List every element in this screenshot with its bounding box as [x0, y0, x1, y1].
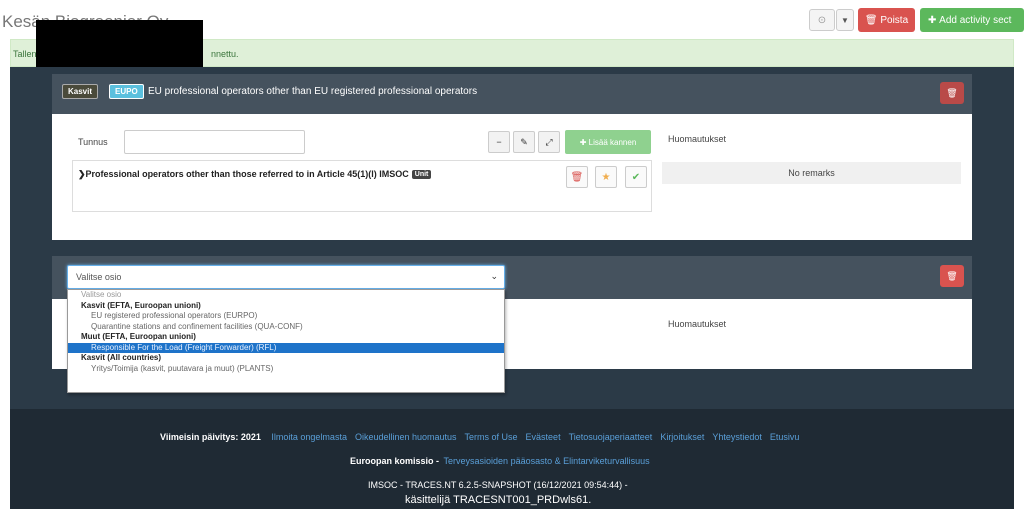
add-note-label: Lisää kannen: [588, 137, 637, 147]
collapse-button[interactable]: −: [488, 131, 510, 153]
question-icon: ⊙: [817, 14, 827, 26]
dropdown-option[interactable]: Quarantine stations and confinement faci…: [68, 322, 504, 333]
footer-link[interactable]: Evästeet: [526, 432, 561, 442]
version-text: IMSOC - TRACES.NT 6.2.5-SNAPSHOT (16/12/…: [368, 480, 628, 490]
remarks-header: Huomautukset: [668, 134, 727, 144]
trash-icon: 🗑: [864, 14, 878, 26]
star-icon: ★: [601, 171, 611, 183]
help-button[interactable]: ⊙: [809, 9, 835, 31]
footer-link[interactable]: Etusivu: [770, 432, 800, 442]
dropdown-option[interactable]: EU registered professional operators (EU…: [68, 311, 504, 322]
plus-icon: ✚: [928, 14, 937, 26]
kasvit-badge: Kasvit: [62, 84, 99, 99]
alert-text-right: nnettu.: [211, 49, 239, 59]
section-select[interactable]: Valitse osio ⌄: [67, 265, 505, 289]
footer-links-row: Viimeisin päivitys: 2021 Ilmoita ongelma…: [160, 432, 799, 442]
add-activity-section-button[interactable]: ✚ Add activity sect: [920, 8, 1024, 32]
tunnus-input[interactable]: [124, 130, 305, 154]
dropdown-option[interactable]: Yritys/Toimija (kasvit, puutavara ja muu…: [68, 364, 504, 375]
eupo-badge: EUPO: [109, 84, 144, 99]
commission-label: Euroopan komissio -: [350, 456, 440, 466]
activity-title: EU professional operators other than EU …: [148, 86, 478, 97]
options-dropdown-button[interactable]: ▼: [836, 9, 854, 31]
dropdown-option: Kasvit (EFTA, Euroopan unioni): [81, 300, 201, 310]
dropdown-option: Kasvit (All countries): [81, 353, 162, 362]
footer-link[interactable]: Yhteystiedot: [712, 432, 762, 442]
footer-link[interactable]: Tietosuojaperiaatteet: [569, 432, 653, 442]
trash-icon: 🗑: [946, 87, 958, 98]
footer: Viimeisin päivitys: 2021 Ilmoita ongelma…: [10, 409, 1014, 509]
no-remarks-text: No remarks: [662, 162, 961, 184]
chevron-down-icon: ▼: [841, 15, 849, 25]
trash-icon: 🗑: [946, 270, 958, 281]
section-select-value: Valitse osio: [76, 272, 122, 282]
star-item-button[interactable]: ★: [595, 166, 617, 188]
remarks-header-2: Huomautukset: [668, 319, 727, 329]
list-item-label: Professional operators other than those …: [85, 169, 409, 179]
footer-link[interactable]: Oikeudellinen huomautus: [355, 432, 457, 442]
delete-new-activity-button[interactable]: 🗑: [940, 265, 964, 287]
pencil-icon: ✎: [520, 136, 528, 147]
delete-button[interactable]: 🗑 Poista: [858, 8, 915, 32]
last-updated: Viimeisin päivitys: 2021: [160, 432, 261, 442]
user-text: käsittelijä TRACESNT001_PRDwls61.: [405, 494, 592, 506]
confirm-item-button[interactable]: ✔: [625, 166, 647, 188]
delete-item-button[interactable]: 🗑: [566, 166, 588, 188]
trash-icon: 🗑: [570, 171, 584, 183]
check-icon: ✔: [631, 171, 641, 183]
expand-icon: ⤢: [545, 136, 553, 147]
footer-link[interactable]: Kirjoitukset: [660, 432, 704, 442]
activity-list: [72, 160, 652, 212]
footer-link[interactable]: Ilmoita ongelmasta: [271, 432, 347, 442]
dropdown-option[interactable]: Valitse osio: [68, 290, 504, 301]
edit-button[interactable]: ✎: [513, 131, 535, 153]
unit-badge: Unit: [411, 170, 432, 180]
chevron-down-icon: ⌄: [490, 271, 498, 281]
commission-row: Euroopan komissio - Terveysasioiden pääo…: [350, 456, 650, 466]
minus-icon: −: [496, 137, 502, 147]
commission-link[interactable]: Terveysasioiden pääosasto & Elintarviket…: [444, 456, 650, 466]
delete-activity-button[interactable]: 🗑: [940, 82, 964, 104]
dropdown-option[interactable]: Responsible For the Load (Freight Forwar…: [68, 342, 504, 353]
add-label: Add activity sect: [939, 14, 1012, 26]
tunnus-label: Tunnus: [78, 137, 108, 147]
plus-icon: ✚: [579, 137, 587, 147]
footer-link[interactable]: Terms of Use: [465, 432, 518, 442]
chevron-right-icon: ❯: [78, 169, 86, 179]
add-note-button[interactable]: ✚ Lisää kannen: [565, 130, 651, 154]
redaction-box: [36, 20, 203, 67]
list-item[interactable]: ❯Professional operators other than those…: [78, 169, 432, 180]
dropdown-option: Muut (EFTA, Euroopan unioni): [81, 332, 196, 341]
delete-label: Poista: [880, 14, 909, 26]
expand-button[interactable]: ⤢: [538, 131, 560, 153]
section-dropdown-list[interactable]: Valitse osio Kasvit (EFTA, Euroopan union…: [67, 289, 505, 393]
